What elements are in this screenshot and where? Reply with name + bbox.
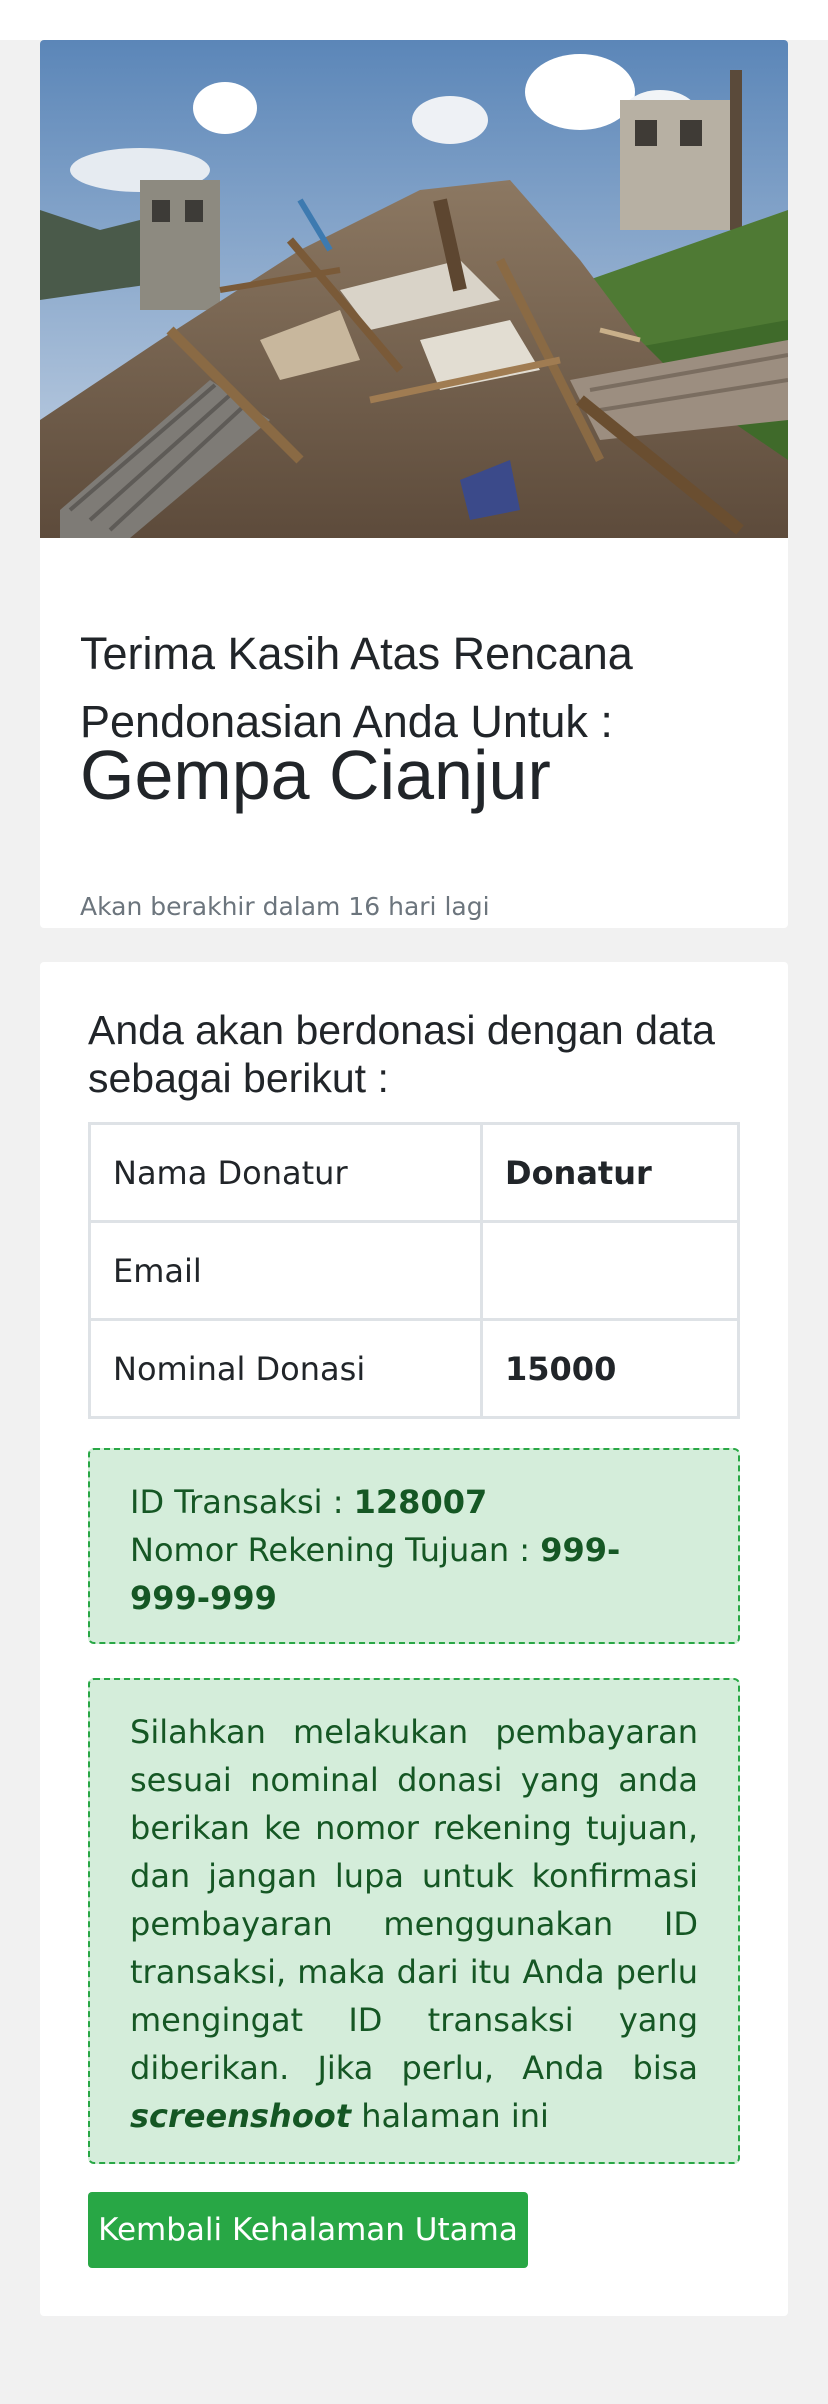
account-number-label: Nomor Rekening Tujuan : bbox=[130, 1531, 541, 1569]
donor-name-label: Nama Donatur bbox=[88, 1122, 483, 1223]
earthquake-debris-photo bbox=[40, 40, 788, 538]
table-row: Email bbox=[88, 1220, 740, 1321]
table-row: Nama Donatur Donatur bbox=[88, 1122, 740, 1223]
hero-image bbox=[40, 40, 788, 538]
email-value bbox=[480, 1220, 740, 1321]
back-to-home-button[interactable]: Kembali Kehalaman Utama bbox=[88, 2192, 528, 2268]
donation-details-table: Nama Donatur Donatur Email Nominal Donas… bbox=[88, 1122, 740, 1419]
donation-amount-value: 15000 bbox=[480, 1318, 740, 1419]
transaction-id-value: 128007 bbox=[353, 1483, 488, 1521]
campaign-deadline: Akan berakhir dalam 16 hari lagi bbox=[80, 892, 490, 921]
transaction-id-label: ID Transaksi : bbox=[130, 1483, 354, 1521]
email-label: Email bbox=[88, 1220, 483, 1321]
account-number-line: Nomor Rekening Tujuan : 999-999-999 bbox=[130, 1526, 698, 1622]
donation-card: Anda akan berdonasi dengan data sebagai … bbox=[40, 962, 788, 2316]
table-row: Nominal Donasi 15000 bbox=[88, 1318, 740, 1419]
donor-name-value: Donatur bbox=[480, 1122, 740, 1223]
instructions-emphasis: screenshoot bbox=[130, 2097, 352, 2135]
transaction-info-alert: ID Transaksi : 128007 Nomor Rekening Tuj… bbox=[88, 1448, 740, 1644]
payment-instructions-alert: Silahkan melakukan pembayaran sesuai nom… bbox=[88, 1678, 740, 2164]
top-bar bbox=[0, 0, 828, 40]
instructions-text: Silahkan melakukan pembayaran sesuai nom… bbox=[130, 1713, 698, 2087]
campaign-title: Gempa Cianjur bbox=[80, 736, 551, 814]
transaction-id-line: ID Transaksi : 128007 bbox=[130, 1478, 698, 1526]
donation-amount-label: Nominal Donasi bbox=[88, 1318, 483, 1419]
campaign-card: Terima Kasih Atas Rencana Pendonasian An… bbox=[40, 40, 788, 928]
thanks-line-1: Terima Kasih Atas Rencana bbox=[80, 628, 633, 679]
donation-intro: Anda akan berdonasi dengan data sebagai … bbox=[88, 1007, 715, 1101]
instructions-text-end: halaman ini bbox=[351, 2097, 549, 2135]
